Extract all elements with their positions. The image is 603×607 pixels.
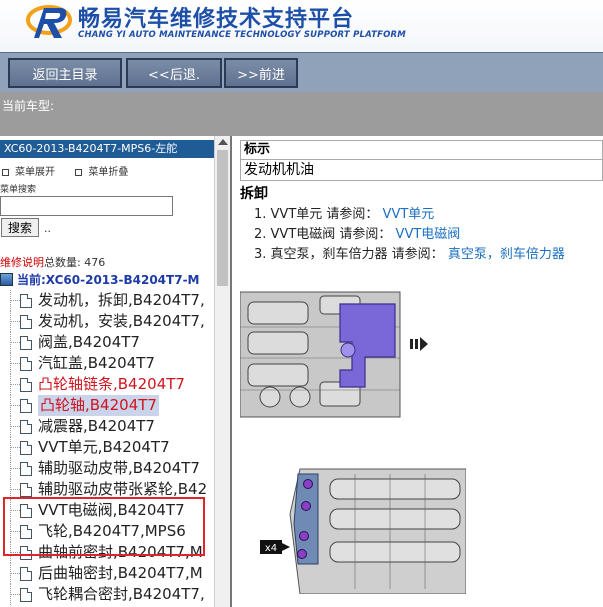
collapse-icon[interactable]	[75, 168, 83, 176]
engine-figure-2: x4	[260, 454, 466, 594]
computer-icon	[0, 273, 13, 286]
scroll-thumb[interactable]	[217, 150, 228, 286]
document-icon	[20, 567, 32, 581]
tree-root[interactable]: 当前:XC60-2013-B4204T7-M	[0, 271, 200, 288]
highlight-box	[3, 497, 205, 556]
expand-icon[interactable]	[2, 168, 9, 176]
tree-item-camshaft-chain[interactable]: 凸轮轴链条,B4204T7	[0, 374, 214, 395]
scroll-up-icon[interactable]	[218, 139, 228, 145]
total-row: 维修说明总数量: 476	[0, 254, 105, 270]
document-icon	[20, 315, 32, 329]
tree-root-label: 当前:XC60-2013-B4204T7-M	[17, 273, 200, 287]
brand-subtitle: CHANG YI AUTO MAINTENANCE TECHNOLOGY SUP…	[78, 30, 406, 40]
document-icon	[20, 294, 32, 308]
document-icon	[20, 399, 32, 413]
total-count: 476	[84, 256, 106, 269]
search-input[interactable]	[0, 196, 173, 216]
document-icon	[20, 357, 32, 371]
step-link[interactable]: VVT单元	[383, 207, 435, 222]
tree-item[interactable]: 发动机，拆卸,B4204T7,	[0, 290, 214, 311]
document-icon	[20, 420, 32, 434]
tree-item[interactable]: 发动机，安装,B4204T7,	[0, 311, 214, 332]
toolbar: 返回主目录 <<后退. >>前进	[0, 52, 603, 92]
model-title: XC60-2013-B4204T7-MPS6-左舵	[0, 140, 214, 158]
tree-item[interactable]: 后曲轴密封,B4204T7,M	[0, 563, 214, 584]
table-header: 标示	[240, 140, 603, 160]
table-cell: 发动机机油	[240, 160, 603, 181]
document-icon	[20, 462, 32, 476]
step-link[interactable]: 真空泵，刹车倍力器	[448, 247, 565, 262]
engine-figure-1	[240, 282, 430, 422]
document-icon	[20, 378, 32, 392]
tree-item-camshaft-selected[interactable]: 凸轮轴,B4204T7	[0, 395, 214, 416]
tree-item[interactable]: VVT单元,B4204T7	[0, 437, 214, 458]
menu-collapse-link[interactable]: 菜单折叠	[88, 167, 128, 178]
tree-item[interactable]: 阀盖,B4204T7	[0, 332, 214, 353]
sidebar-scrollbar[interactable]	[214, 136, 230, 607]
section-title: 拆卸	[240, 186, 268, 202]
menu-expand-link[interactable]: 菜单展开	[15, 167, 55, 178]
back-button[interactable]: <<后退.	[126, 58, 222, 88]
repair-notes-link[interactable]: 维修说明	[0, 256, 44, 269]
total-label: 总数量:	[44, 256, 81, 269]
document-icon	[20, 588, 32, 602]
tree-item[interactable]: 辅助驱动皮带,B4204T7	[0, 458, 214, 479]
menu-toggle-row: 菜单展开 菜单折叠	[2, 163, 128, 178]
document-icon	[20, 441, 32, 455]
current-vehicle-label: 当前车型:	[2, 99, 55, 113]
forward-button[interactable]: >>前进	[224, 58, 298, 88]
document-icon	[20, 483, 32, 497]
callout-x4: x4	[265, 543, 277, 554]
brand-title: 畅易汽车维修技术支持平台	[78, 7, 355, 32]
tree-item[interactable]: 减震器,B4204T7	[0, 416, 214, 437]
tree-item[interactable]: 汽缸盖,B4204T7	[0, 353, 214, 374]
step-link[interactable]: VVT电磁阀	[396, 227, 461, 242]
sidebar: XC60-2013-B4204T7-MPS6-左舵 菜单展开 菜单折叠 菜单搜索…	[0, 136, 232, 607]
content-pane: 标示 发动机机油 拆卸 1. VVT单元 请参阅： VVT单元 2. VVT电磁…	[234, 136, 603, 607]
search-button[interactable]: 搜索	[1, 218, 39, 237]
search-extra: ..	[44, 222, 51, 235]
menu-tree: 发动机，拆卸,B4204T7, 发动机，安装,B4204T7, 阀盖,B4204…	[0, 290, 214, 605]
site-header: 畅易汽车维修技术支持平台 CHANG YI AUTO MAINTENANCE T…	[0, 0, 603, 52]
search-label: 菜单搜索	[0, 185, 37, 195]
step-item: 2. VVT电磁阀 请参阅： VVT电磁阀	[254, 227, 461, 242]
document-icon	[20, 336, 32, 350]
step-item: 3. 真空泵，刹车倍力器 请参阅： 真空泵，刹车倍力器	[254, 247, 565, 262]
logo	[26, 5, 72, 38]
step-item: 1. VVT单元 请参阅： VVT单元	[254, 207, 435, 222]
home-button[interactable]: 返回主目录	[8, 58, 122, 88]
tree-item[interactable]: 飞轮耦合密封,B4204T7,	[0, 584, 214, 605]
current-vehicle-bar: 当前车型:	[0, 92, 603, 136]
